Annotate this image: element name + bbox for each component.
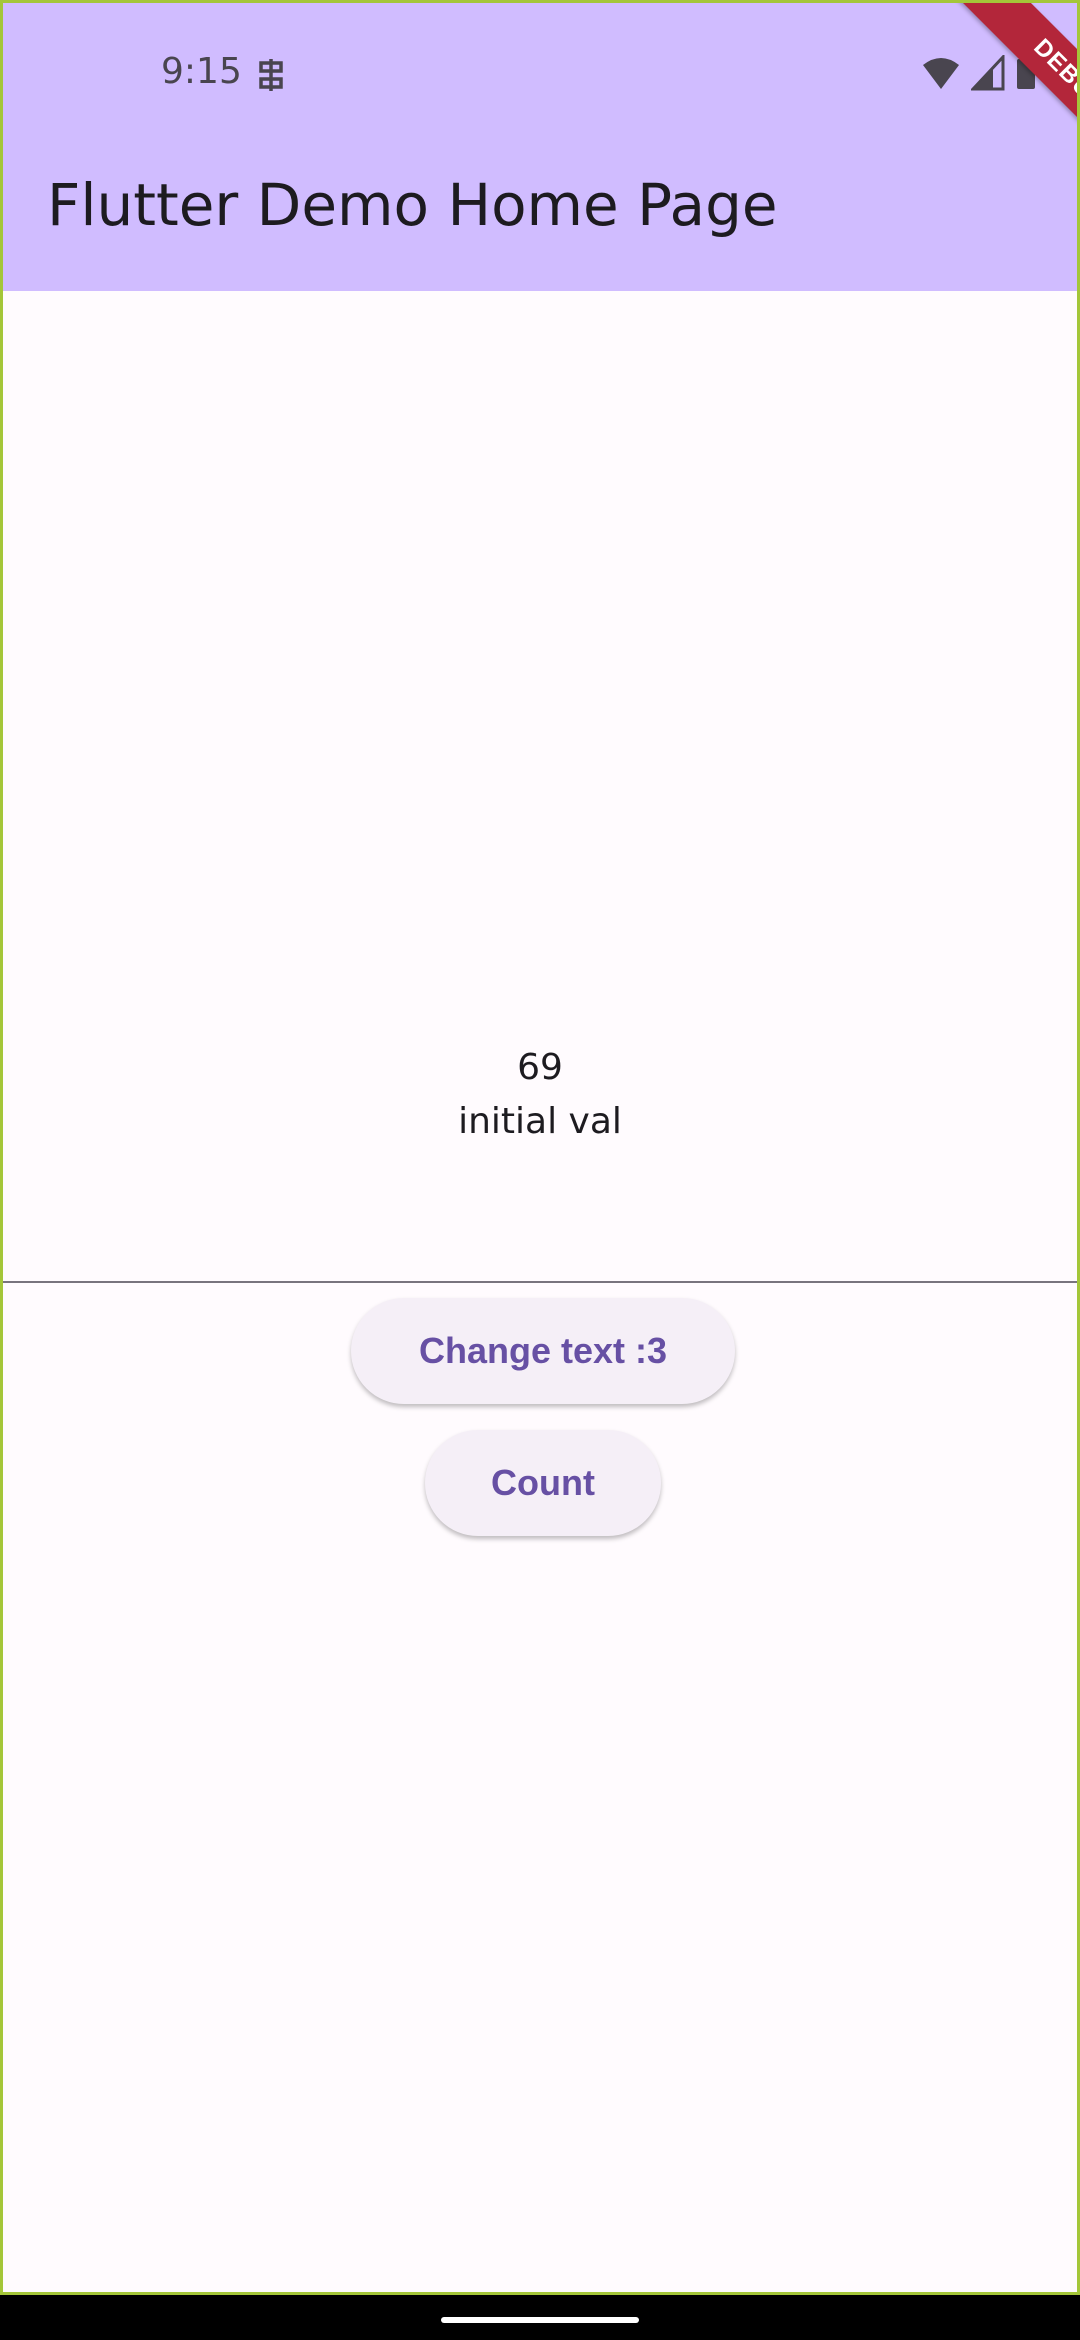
text-value: initial val: [458, 1101, 622, 1142]
home-gesture-bar[interactable]: [441, 2317, 639, 2323]
app-screen: 9:15 Flutter Demo Home Page DEBUG 69 ini…: [0, 0, 1080, 2295]
debug-banner: DEBUG: [910, 3, 1077, 170]
page-title: Flutter Demo Home Page: [47, 171, 778, 239]
debug-banner-label: DEBUG: [946, 3, 1077, 170]
count-button[interactable]: Count: [425, 1430, 661, 1536]
counter-value: 69: [517, 1047, 563, 1088]
notification-icon: [259, 59, 283, 91]
status-time: 9:15: [161, 51, 242, 92]
divider: [3, 1281, 1077, 1283]
change-text-button[interactable]: Change text :3: [351, 1298, 735, 1404]
